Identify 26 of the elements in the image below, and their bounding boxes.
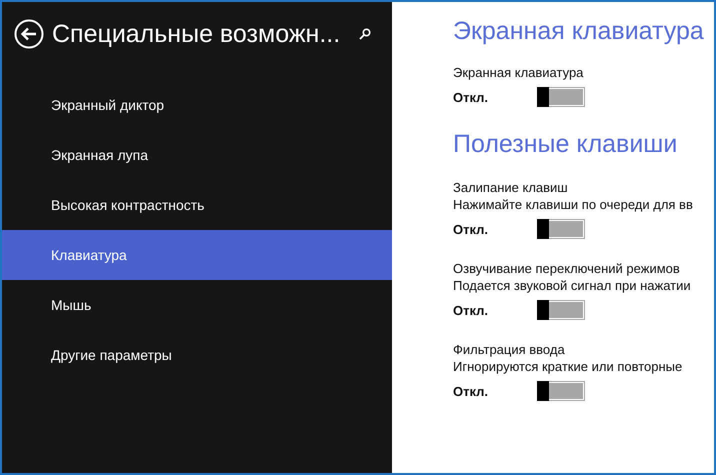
sidebar-item[interactable]: Экранный диктор — [2, 80, 392, 130]
toggle-switch[interactable] — [537, 381, 585, 401]
back-icon[interactable] — [14, 19, 44, 49]
search-icon[interactable] — [359, 28, 371, 40]
section-heading: Полезные клавиши — [453, 130, 678, 159]
toggle-state-text: Откл. — [453, 222, 490, 236]
section-heading: Экранная клавиатура — [453, 17, 705, 46]
sidebar-item[interactable]: Высокая контрастность — [2, 180, 392, 230]
setting-label: Озвучивание переключений режимов — [453, 260, 681, 277]
setting-label: Фильтрация ввода — [453, 341, 566, 358]
toggle-state-text: Откл. — [453, 384, 490, 398]
toggle-switch[interactable] — [537, 300, 585, 320]
sidebar-item[interactable]: Экранная лупа — [2, 130, 392, 180]
sidebar-item[interactable]: Мышь — [2, 280, 392, 330]
setting-label: Экранная клавиатура — [453, 64, 584, 81]
toggle-state-text: Откл. — [453, 302, 490, 318]
setting-description: Игнорируются краткие или повторные — [453, 358, 684, 375]
setting-description: Подается звуковой сигнал при нажатии — [453, 277, 692, 294]
sidebar-item[interactable]: Клавиатура — [2, 230, 392, 280]
setting-description: Нажимайте клавиши по очереди для вв — [453, 196, 694, 213]
toggle-switch[interactable] — [537, 87, 585, 107]
pane-title: Специальные возможн... — [52, 20, 342, 48]
toggle-state-text: Откл. — [453, 90, 490, 104]
setting-label: Залипание клавиш — [453, 179, 569, 196]
toggle-switch[interactable] — [537, 219, 585, 239]
sidebar-item[interactable]: Другие параметры — [2, 330, 392, 380]
